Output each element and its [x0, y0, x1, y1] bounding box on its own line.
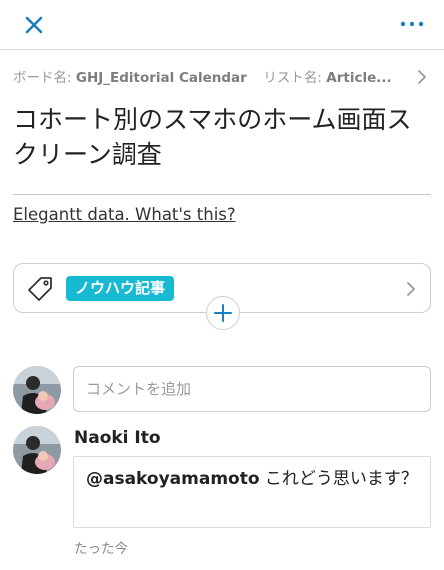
card-title[interactable]: コホート別のスマホのホーム画面スクリーン調査: [13, 102, 431, 172]
tag-icon: [28, 277, 52, 301]
chevron-right-icon: [418, 70, 426, 84]
avatar: [13, 366, 61, 414]
add-label-button[interactable]: [206, 296, 240, 330]
user-avatar-image: [13, 366, 61, 414]
close-icon: [25, 16, 43, 34]
board-label: ボード名:: [13, 70, 72, 86]
divider: [13, 194, 431, 195]
chevron-right-icon: [407, 282, 415, 296]
comment-body[interactable]: @asakoyamamoto これどう思います？: [73, 456, 431, 528]
more-horizontal-icon: [400, 21, 424, 27]
avatar: [13, 426, 61, 474]
board-name: GHJ_Editorial Calendar: [75, 70, 247, 86]
more-options-button[interactable]: [400, 16, 424, 30]
plus-icon: [214, 304, 232, 322]
list-name: Article...: [326, 70, 392, 86]
list-label: リスト名:: [263, 70, 322, 86]
elegantt-data-link[interactable]: Elegantt data. What's this?: [13, 205, 236, 224]
close-button[interactable]: [20, 11, 48, 39]
comment-author[interactable]: Naoki Ito: [74, 428, 161, 448]
top-bar: [0, 0, 444, 50]
comment-input[interactable]: [73, 366, 431, 412]
user-avatar-image: [13, 426, 61, 474]
label-chip[interactable]: ノウハウ記事: [66, 276, 175, 301]
breadcrumb[interactable]: ボード名: GHJ_Editorial Calendar リスト名: Artic…: [13, 66, 431, 88]
comment-text: これどう思います？: [259, 469, 418, 489]
mention[interactable]: @asakoyamamoto: [86, 469, 260, 489]
comment-timestamp: たった今: [74, 541, 128, 557]
